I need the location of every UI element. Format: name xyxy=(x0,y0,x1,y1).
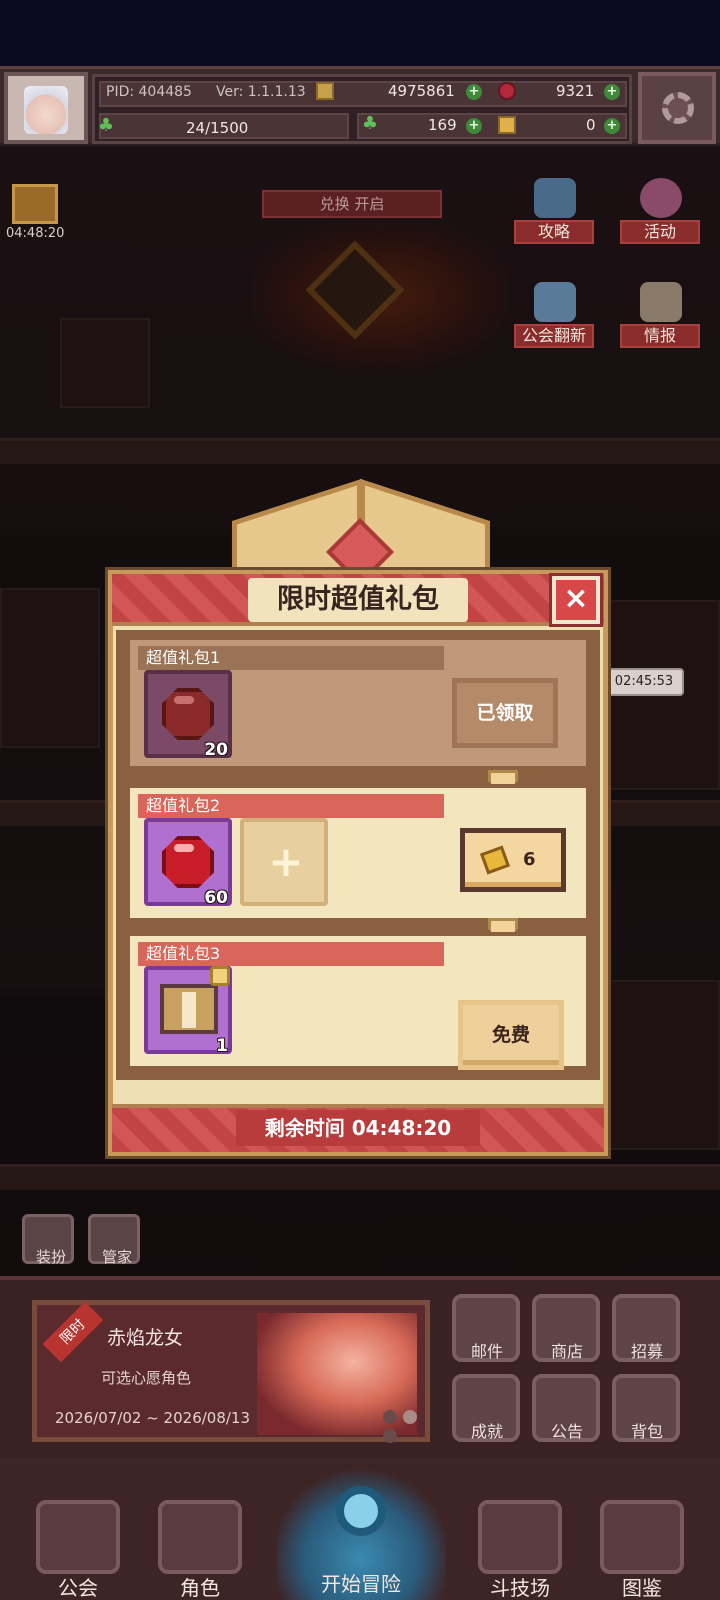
nav-codex[interactable]: 图鉴 xyxy=(592,1500,692,1600)
backpack-label: 背包 xyxy=(630,1422,663,1441)
event-subtitle: 可选心愿角色 xyxy=(101,1369,192,1387)
clover-amount: 169 xyxy=(428,116,457,134)
carousel-dots xyxy=(383,1409,425,1447)
pack-3-title: 超值礼包3 xyxy=(138,942,444,966)
codex-book-icon xyxy=(600,1500,684,1574)
gem-shine xyxy=(174,696,194,704)
pack-1-qty: 20 xyxy=(204,740,228,760)
pack-2-price: 6 xyxy=(523,849,536,870)
mail-label: 邮件 xyxy=(470,1342,503,1361)
claimed-button[interactable]: 已领取 xyxy=(452,678,558,748)
guild-refresh-button[interactable]: 公会翻新 xyxy=(514,282,594,348)
intel-button[interactable]: 情报 xyxy=(620,282,700,348)
dress-label: 装扮 xyxy=(35,1248,66,1266)
crossed-swords-icon xyxy=(478,1500,562,1574)
add-clover-icon[interactable]: + xyxy=(466,118,482,134)
shop-front-icon xyxy=(534,282,576,322)
gem-icon xyxy=(498,82,516,100)
guide-label: 攻略 xyxy=(514,220,594,244)
activity-label: 活动 xyxy=(620,220,700,244)
gold-coin-icon xyxy=(316,82,334,100)
nav-start-adventure-label: 开始冒险 xyxy=(321,1572,401,1596)
add-ticket-icon[interactable]: + xyxy=(604,118,620,134)
player-avatar[interactable] xyxy=(4,72,88,144)
gift-box-icon[interactable] xyxy=(12,184,58,224)
lock-icon xyxy=(210,966,230,986)
nav-character[interactable]: 角色 xyxy=(150,1500,250,1600)
pack-2-item-slot[interactable]: 60 xyxy=(144,818,232,908)
carousel-dot[interactable] xyxy=(383,1410,397,1424)
character-icon xyxy=(158,1500,242,1574)
ticket-icon xyxy=(498,116,516,134)
pack-3-qty: 1 xyxy=(216,1036,228,1056)
guide-button[interactable]: 攻略 xyxy=(514,178,594,244)
limited-tag: 限时 xyxy=(42,1301,104,1363)
announcement-label: 公告 xyxy=(550,1422,583,1441)
pack-1-title: 超值礼包1 xyxy=(138,646,444,670)
exchange-banner[interactable]: 兑换 开启 xyxy=(262,190,442,218)
pack-2-qty: 60 xyxy=(204,888,228,908)
gem-shine xyxy=(174,844,194,852)
backpack-button[interactable]: 背包 xyxy=(612,1374,680,1442)
chest-icon xyxy=(160,984,218,1034)
settings-button[interactable] xyxy=(638,72,716,144)
nav-arena[interactable]: 斗技场 xyxy=(470,1500,570,1600)
nav-arena-label: 斗技场 xyxy=(490,1576,550,1600)
nav-codex-label: 图鉴 xyxy=(622,1576,662,1600)
add-gold-icon[interactable]: + xyxy=(466,84,482,100)
achievement-label: 成就 xyxy=(470,1422,503,1441)
plus-icon: + xyxy=(268,837,304,886)
guild-house-icon xyxy=(36,1500,120,1574)
gem-amount: 9321 xyxy=(556,82,595,100)
ticket-icon xyxy=(479,845,511,875)
intel-label: 情报 xyxy=(620,324,700,348)
free-claim-button[interactable]: 免费 xyxy=(458,1000,564,1070)
gift-timer: 04:48:20 xyxy=(6,226,65,241)
pack-2-extra-slot[interactable]: + xyxy=(240,818,328,906)
recruit-label: 招募 xyxy=(630,1342,663,1361)
shop-button[interactable]: 商店 xyxy=(532,1294,600,1362)
shop-label: 商店 xyxy=(550,1342,583,1361)
gear-icon xyxy=(662,92,694,124)
carousel-dot[interactable] xyxy=(383,1429,397,1443)
event-title: 赤焰龙女 xyxy=(107,1327,184,1349)
chat-bubble-icon xyxy=(534,178,576,218)
announcement-button[interactable]: 公告 xyxy=(532,1374,600,1442)
nav-character-label: 角色 xyxy=(180,1576,220,1600)
map-icon xyxy=(640,282,682,322)
nav-guild-label: 公会 xyxy=(58,1576,98,1600)
nav-guild[interactable]: 公会 xyxy=(28,1500,128,1600)
gold-amount: 4975861 xyxy=(388,82,455,100)
player-id: PID: 404485 xyxy=(106,84,192,100)
ticket-amount: 0 xyxy=(586,116,596,134)
butler-label: 管家 xyxy=(101,1248,132,1266)
pack-2-title: 超值礼包2 xyxy=(138,794,444,818)
close-button[interactable]: × xyxy=(549,573,603,627)
buy-pack-2-button[interactable]: 6 xyxy=(460,828,566,892)
activity-button[interactable]: 活动 xyxy=(620,178,700,244)
clover-icon: ♣ xyxy=(361,113,379,134)
balloon-icon xyxy=(640,178,682,218)
modal-title: 限时超值礼包 xyxy=(277,584,439,615)
mail-button[interactable]: 邮件 xyxy=(452,1294,520,1362)
butler-button[interactable]: 管家 xyxy=(88,1214,140,1266)
chest-clasp xyxy=(182,992,196,1028)
npc-timer-bubble: 02:45:53 xyxy=(604,668,684,696)
stamina-value: 24/1500 xyxy=(186,119,249,137)
achievement-button[interactable]: 成就 xyxy=(452,1374,520,1442)
add-gem-icon[interactable]: + xyxy=(604,84,620,100)
dress-button[interactable]: 装扮 xyxy=(22,1214,74,1266)
magnifier-icon xyxy=(336,1486,386,1536)
carousel-dot-active[interactable] xyxy=(403,1410,417,1424)
event-banner[interactable]: 限时 赤焰龙女 可选心愿角色 2026/07/02 ~ 2026/08/13 xyxy=(32,1300,430,1443)
pack-1-item-slot[interactable]: 20 xyxy=(144,670,232,760)
recruit-button[interactable]: 招募 xyxy=(612,1294,680,1362)
stamina-clover-icon: ♣ xyxy=(97,115,115,136)
remaining-time: 剩余时间 04:48:20 xyxy=(264,1116,452,1140)
guild-refresh-label: 公会翻新 xyxy=(514,324,594,348)
avatar-portrait xyxy=(24,86,68,134)
event-date: 2026/07/02 ~ 2026/08/13 xyxy=(55,1409,251,1427)
game-version: Ver: 1.1.1.13 xyxy=(216,84,306,100)
